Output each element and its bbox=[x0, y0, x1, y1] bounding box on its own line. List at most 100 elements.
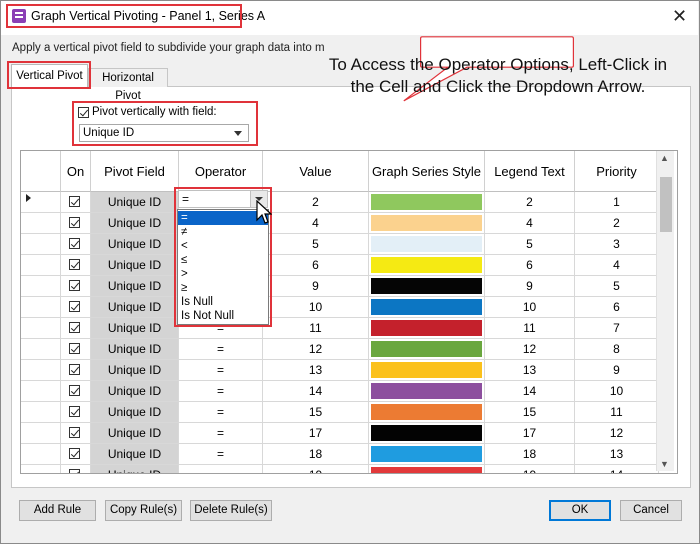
row-on-checkbox[interactable] bbox=[69, 385, 80, 396]
scroll-down-icon[interactable]: ▼ bbox=[660, 459, 669, 469]
header-value[interactable]: Value bbox=[263, 151, 369, 192]
on-cell[interactable] bbox=[61, 444, 91, 465]
header-graph-series-style[interactable]: Graph Series Style bbox=[369, 151, 485, 192]
row-on-checkbox[interactable] bbox=[69, 322, 80, 333]
value-cell[interactable]: 15 bbox=[263, 402, 369, 423]
table-row[interactable]: Unique ID = 18 18 13 bbox=[21, 444, 659, 465]
value-cell[interactable]: 2 bbox=[263, 192, 369, 213]
pivot-field-cell[interactable]: Unique ID bbox=[91, 444, 179, 465]
on-cell[interactable] bbox=[61, 423, 91, 444]
priority-cell[interactable]: 12 bbox=[575, 423, 659, 444]
row-indicator-cell[interactable] bbox=[21, 423, 61, 444]
table-row[interactable]: Unique ID = 11 11 7 bbox=[21, 318, 659, 339]
priority-cell[interactable]: 5 bbox=[575, 276, 659, 297]
row-on-checkbox[interactable] bbox=[69, 448, 80, 459]
on-cell[interactable] bbox=[61, 213, 91, 234]
row-on-checkbox[interactable] bbox=[69, 259, 80, 270]
pivot-field-cell[interactable]: Unique ID bbox=[91, 255, 179, 276]
legend-text-cell[interactable]: 15 bbox=[485, 402, 575, 423]
value-cell[interactable]: 4 bbox=[263, 213, 369, 234]
header-operator[interactable]: Operator bbox=[179, 151, 263, 192]
legend-text-cell[interactable]: 18 bbox=[485, 444, 575, 465]
series-style-cell[interactable] bbox=[369, 381, 485, 402]
operator-cell[interactable]: = bbox=[179, 465, 263, 473]
series-style-cell[interactable] bbox=[369, 213, 485, 234]
legend-text-cell[interactable]: 14 bbox=[485, 381, 575, 402]
pivot-field-cell[interactable]: Unique ID bbox=[91, 423, 179, 444]
row-on-checkbox[interactable] bbox=[69, 238, 80, 249]
row-indicator-cell[interactable] bbox=[21, 381, 61, 402]
pivot-field-cell[interactable]: Unique ID bbox=[91, 465, 179, 473]
table-row[interactable]: Unique ID=664 bbox=[21, 255, 659, 276]
table-row[interactable]: Unique ID = 15 15 11 bbox=[21, 402, 659, 423]
priority-cell[interactable]: 10 bbox=[575, 381, 659, 402]
delete-rules-button[interactable]: Delete Rule(s) bbox=[190, 500, 272, 521]
header-on[interactable]: On bbox=[61, 151, 91, 192]
series-style-cell[interactable] bbox=[369, 192, 485, 213]
on-cell[interactable] bbox=[61, 381, 91, 402]
value-cell[interactable]: 13 bbox=[263, 360, 369, 381]
row-on-checkbox[interactable] bbox=[69, 406, 80, 417]
series-style-cell[interactable] bbox=[369, 339, 485, 360]
series-style-cell[interactable] bbox=[369, 402, 485, 423]
pivot-field-cell[interactable]: Unique ID bbox=[91, 213, 179, 234]
legend-text-cell[interactable]: 10 bbox=[485, 297, 575, 318]
value-cell[interactable]: 11 bbox=[263, 318, 369, 339]
value-cell[interactable]: 9 bbox=[263, 276, 369, 297]
legend-text-cell[interactable]: 2 bbox=[485, 192, 575, 213]
table-row[interactable]: Unique ID=442 bbox=[21, 213, 659, 234]
on-cell[interactable] bbox=[61, 234, 91, 255]
row-on-checkbox[interactable] bbox=[69, 427, 80, 438]
scrollbar-thumb[interactable] bbox=[660, 177, 672, 232]
on-cell[interactable] bbox=[61, 339, 91, 360]
row-indicator-cell[interactable] bbox=[21, 318, 61, 339]
copy-rules-button[interactable]: Copy Rule(s) bbox=[105, 500, 182, 521]
row-indicator-cell[interactable] bbox=[21, 360, 61, 381]
operator-cell[interactable]: = bbox=[179, 381, 263, 402]
row-indicator-cell[interactable] bbox=[21, 234, 61, 255]
pivot-field-cell[interactable]: Unique ID bbox=[91, 192, 179, 213]
cancel-button[interactable]: Cancel bbox=[620, 500, 682, 521]
legend-text-cell[interactable]: 9 bbox=[485, 276, 575, 297]
table-row[interactable]: Unique ID = 13 13 9 bbox=[21, 360, 659, 381]
value-cell[interactable]: 19 bbox=[263, 465, 369, 473]
on-cell[interactable] bbox=[61, 276, 91, 297]
series-style-cell[interactable] bbox=[369, 465, 485, 473]
priority-cell[interactable]: 9 bbox=[575, 360, 659, 381]
header-priority[interactable]: Priority bbox=[575, 151, 659, 192]
row-indicator-cell[interactable] bbox=[21, 276, 61, 297]
on-cell[interactable] bbox=[61, 192, 91, 213]
value-cell[interactable]: 14 bbox=[263, 381, 369, 402]
row-indicator-cell[interactable] bbox=[21, 297, 61, 318]
table-row[interactable]: Unique ID = 17 17 12 bbox=[21, 423, 659, 444]
operator-cell[interactable]: = bbox=[179, 360, 263, 381]
row-on-checkbox[interactable] bbox=[69, 196, 80, 207]
pivot-field-cell[interactable]: Unique ID bbox=[91, 297, 179, 318]
header-legend-text[interactable]: Legend Text bbox=[485, 151, 575, 192]
operator-cell[interactable]: = bbox=[179, 423, 263, 444]
on-cell[interactable] bbox=[61, 318, 91, 339]
close-icon[interactable]: ✕ bbox=[672, 6, 687, 27]
legend-text-cell[interactable]: 17 bbox=[485, 423, 575, 444]
operator-cell[interactable]: = bbox=[179, 444, 263, 465]
legend-text-cell[interactable]: 19 bbox=[485, 465, 575, 473]
pivot-field-cell[interactable]: Unique ID bbox=[91, 360, 179, 381]
on-cell[interactable] bbox=[61, 255, 91, 276]
row-on-checkbox[interactable] bbox=[69, 364, 80, 375]
priority-cell[interactable]: 3 bbox=[575, 234, 659, 255]
value-cell[interactable]: 10 bbox=[263, 297, 369, 318]
value-cell[interactable]: 12 bbox=[263, 339, 369, 360]
pivot-field-cell[interactable]: Unique ID bbox=[91, 381, 179, 402]
pivot-field-cell[interactable]: Unique ID bbox=[91, 339, 179, 360]
pivot-field-cell[interactable]: Unique ID bbox=[91, 402, 179, 423]
priority-cell[interactable]: 6 bbox=[575, 297, 659, 318]
pivot-field-cell[interactable]: Unique ID bbox=[91, 318, 179, 339]
row-indicator-cell[interactable] bbox=[21, 255, 61, 276]
value-cell[interactable]: 5 bbox=[263, 234, 369, 255]
series-style-cell[interactable] bbox=[369, 318, 485, 339]
series-style-cell[interactable] bbox=[369, 360, 485, 381]
priority-cell[interactable]: 1 bbox=[575, 192, 659, 213]
table-row[interactable]: Unique ID=553 bbox=[21, 234, 659, 255]
on-cell[interactable] bbox=[61, 402, 91, 423]
row-on-checkbox[interactable] bbox=[69, 469, 80, 473]
